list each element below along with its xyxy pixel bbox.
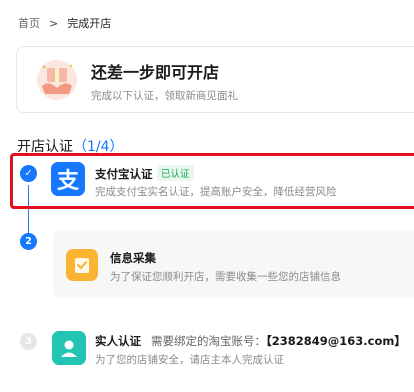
highlight-box <box>10 153 414 209</box>
breadcrumb-separator: > <box>49 16 59 30</box>
gift-hands-icon <box>37 60 77 100</box>
hero-subtitle: 完成以下认证，领取新商见面礼 <box>91 90 238 102</box>
breadcrumb-current: 完成开店 <box>67 17 112 30</box>
step-2-title[interactable]: 信息采集 <box>110 250 156 266</box>
breadcrumb: 首页 > 完成开店 <box>18 15 111 31</box>
clipboard-check-icon <box>66 249 98 281</box>
step-2-number: 2 <box>20 233 37 250</box>
step-3-title-text[interactable]: 实人认证 <box>95 334 141 348</box>
step-3-account-value: 【2382849@163.com】 <box>266 334 406 348</box>
step-2-desc: 为了保证您顺利开店，需要收集一些您的店铺信息 <box>110 271 341 283</box>
step-3-number: 3 <box>20 333 37 350</box>
hero-title: 还差一步即可开店 <box>91 63 220 82</box>
person-icon <box>52 331 86 365</box>
step-3-account-label: 需要绑定的淘宝账号： <box>151 334 267 348</box>
step-3-desc: 为了您的店铺安全，请店主本人完成认证 <box>95 354 284 366</box>
hero-banner: 还差一步即可开店 完成以下认证，领取新商见面礼 <box>16 46 414 113</box>
step-2-card[interactable] <box>53 230 414 298</box>
step-3-title: 实人认证 需要绑定的淘宝账号：【2382849@163.com】 <box>95 333 406 349</box>
breadcrumb-home-link[interactable]: 首页 <box>18 15 40 31</box>
